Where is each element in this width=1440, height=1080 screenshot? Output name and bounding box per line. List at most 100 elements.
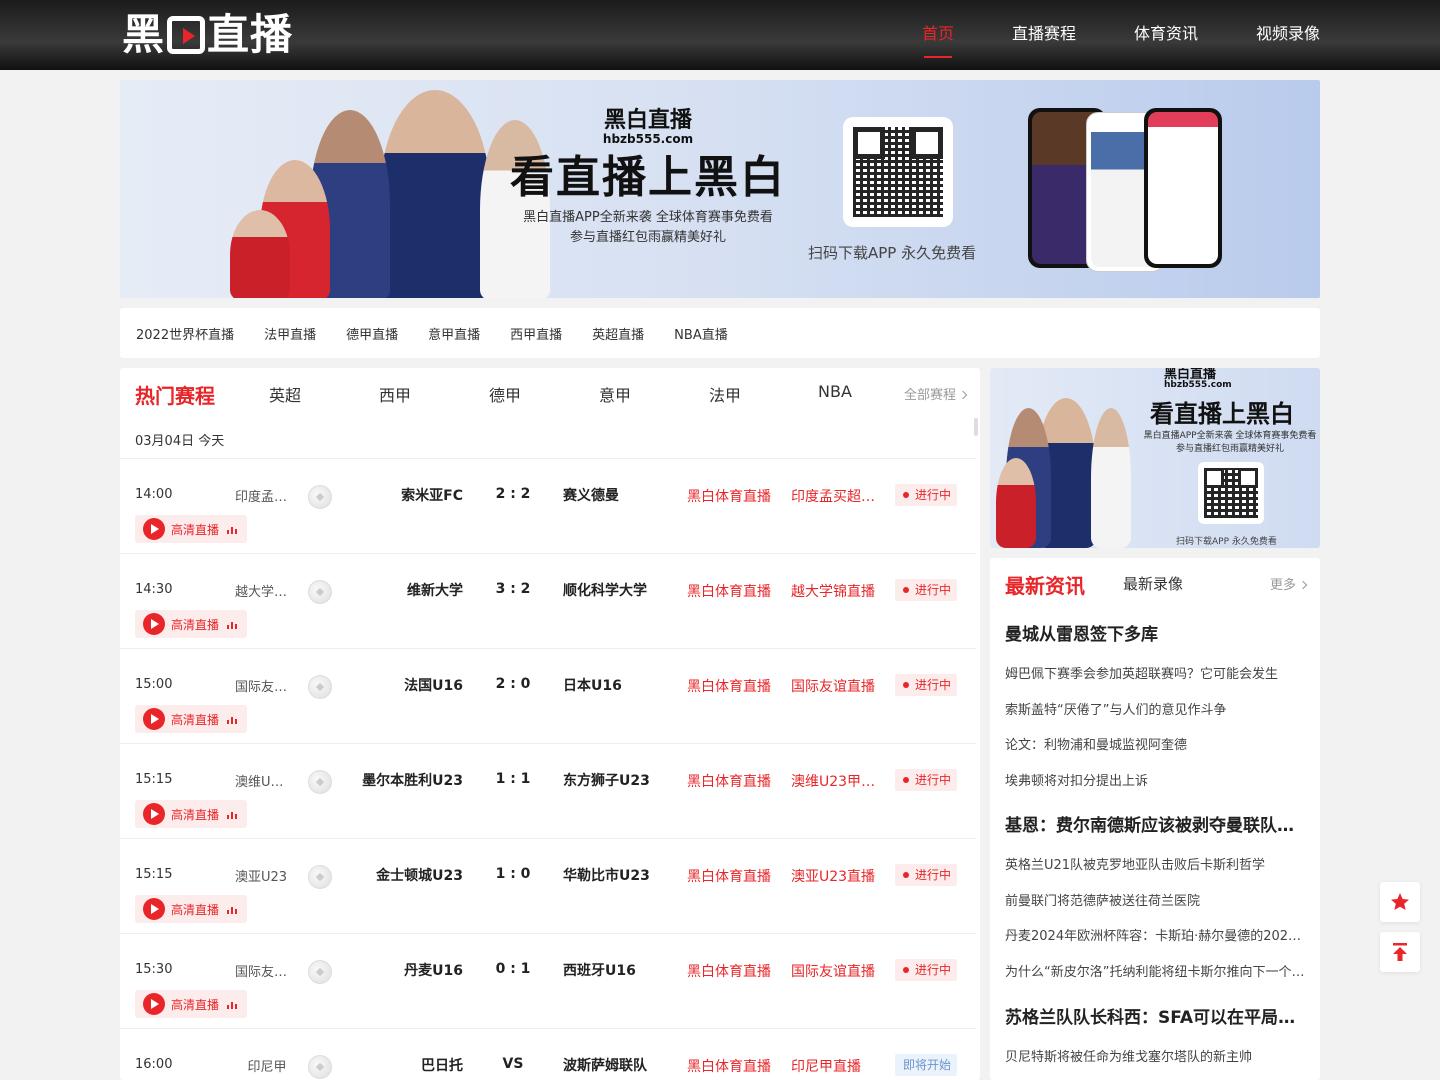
league-stream-link[interactable]: 国际友谊直播 [791, 961, 879, 981]
tab-nba[interactable]: NBA [818, 382, 852, 401]
hd-live-button[interactable]: 高清直播 [135, 515, 247, 543]
nav-schedule[interactable]: 直播赛程 [1012, 0, 1076, 70]
match-league[interactable]: 越大学锦标赛 [235, 581, 290, 600]
favorite-button[interactable] [1380, 882, 1420, 922]
news-item[interactable]: 埃弗顿将对扣分提出上诉 [1005, 764, 1305, 800]
match-league[interactable]: 国际友谊赛 [235, 676, 290, 695]
news-group: 苏格兰队队长科西：SFA可以在平局后做得更好 贝尼特斯将被任命为维戈塞尔塔队的新… [1005, 1003, 1305, 1076]
home-team[interactable]: 索米亚FC [401, 485, 463, 505]
news-item[interactable]: 为什么“新皮尔洛”托纳利能将纽卡斯尔推向下一个阶段 [1005, 955, 1305, 991]
league-link[interactable]: 法甲直播 [264, 324, 316, 343]
match-row[interactable]: 15:15 澳维U23甲组联赛 墨尔本胜利U23 1 : 1 东方狮子U23 黑白体育直播… [120, 743, 976, 838]
league-stream-link[interactable]: 越大学锦直播 [791, 581, 879, 601]
tab-laliga[interactable]: 西甲 [379, 382, 411, 406]
stream-link[interactable]: 黑白体育直播 [687, 771, 771, 791]
stream-link[interactable]: 黑白体育直播 [687, 486, 771, 506]
hd-live-button[interactable]: 高清直播 [135, 800, 247, 828]
league-stream-link[interactable]: 澳亚U23直播 [791, 866, 879, 886]
nav-video[interactable]: 视频录像 [1256, 0, 1320, 70]
football-icon [308, 485, 332, 509]
status-badge: 进行中 [895, 959, 958, 981]
league-link[interactable]: NBA直播 [674, 324, 728, 343]
match-league[interactable]: 国际友谊赛 [235, 961, 290, 980]
hd-live-button[interactable]: 高清直播 [135, 990, 247, 1018]
home-team[interactable]: 巴日托 [421, 1055, 463, 1075]
league-link[interactable]: 英超直播 [592, 324, 644, 343]
news-item[interactable]: 姆巴佩下赛季会参加英超联赛吗？它可能会发生 [1005, 657, 1305, 693]
league-link[interactable]: 西甲直播 [510, 324, 562, 343]
match-row[interactable]: 15:30 国际友谊赛 丹麦U16 0 : 1 西班牙U16 黑白体育直播国际友谊直播进行… [120, 933, 976, 1028]
news-headline[interactable]: 苏格兰队队长科西：SFA可以在平局后做得更好 [1005, 1003, 1305, 1028]
match-league[interactable]: 澳亚U23 [235, 866, 290, 885]
league-link[interactable]: 2022世界杯直播 [136, 324, 234, 343]
away-team[interactable]: 西班牙U16 [563, 960, 636, 980]
tab-serie-a[interactable]: 意甲 [599, 382, 631, 406]
back-to-top-button[interactable] [1380, 932, 1420, 972]
stream-link[interactable]: 黑白体育直播 [687, 581, 771, 601]
news-more-link[interactable]: 更多 [1270, 574, 1308, 593]
play-icon [143, 803, 165, 825]
league-stream-link[interactable]: 国际友谊直播 [791, 676, 879, 696]
match-row[interactable]: 15:00 国际友谊赛 法国U16 2 : 0 日本U16 黑白体育直播国际友谊直播进行中… [120, 648, 976, 743]
match-row[interactable]: 15:15 澳亚U23 金士顿城U23 1 : 0 华勒比市U23 黑白体育直播 澳亚U23… [120, 838, 976, 933]
stream-link[interactable]: 黑白体育直播 [687, 961, 771, 981]
away-team[interactable]: 顺化科学大学 [563, 580, 647, 600]
stream-link[interactable]: 黑白体育直播 [687, 866, 771, 886]
hd-live-label: 高清直播 [171, 903, 220, 917]
away-team[interactable]: 波斯萨姆联队 [563, 1055, 647, 1075]
away-team[interactable]: 赛义德曼 [563, 485, 619, 505]
home-team[interactable]: 维新大学 [407, 580, 463, 600]
app-banner[interactable]: 黑白直播 hbzb555.com 看直播上黑白 黑白直播APP全新来袭 全球体育… [120, 80, 1320, 298]
news-item[interactable]: 前曼联门将范德萨被送往荷兰医院 [1005, 884, 1305, 920]
schedule-date: 03月04日 今天 [135, 434, 225, 449]
hd-live-button[interactable]: 高清直播 [135, 895, 247, 923]
side-app-banner[interactable]: 黑白直播 hbzb555.com 看直播上黑白 黑白直播APP全新来袭 全球体育… [990, 368, 1320, 548]
football-icon [308, 675, 332, 699]
match-row[interactable]: 16:00印尼甲巴日托VS波斯萨姆联队黑白体育直播印尼甲直播即将开始高清直播 [120, 1028, 976, 1080]
news-item[interactable]: 论文：利物浦和曼城监视阿奎德 [1005, 728, 1305, 764]
home-team[interactable]: 丹麦U16 [404, 960, 463, 980]
news-group: 曼城从雷恩签下多库 姆巴佩下赛季会参加英超联赛吗？它可能会发生 索斯盖特“厌倦了… [1005, 620, 1305, 799]
site-logo[interactable]: 黑直播 [122, 12, 293, 58]
match-league[interactable]: 印度孟买超级联赛 [235, 486, 290, 505]
hd-live-button[interactable]: 高清直播 [135, 610, 247, 638]
nav-home[interactable]: 首页 [922, 0, 954, 70]
league-stream-link[interactable]: 印度孟买超级联赛直播 [791, 486, 879, 506]
status-badge: 进行中 [895, 674, 958, 696]
match-row[interactable]: 14:30 越大学锦标赛 维新大学 3 : 2 顺化科学大学 黑白体育直播越大学锦直播进行… [120, 553, 976, 648]
all-matches-link[interactable]: 全部赛程 [904, 384, 968, 403]
league-stream-link[interactable]: 澳维U23甲组联赛直播 [791, 771, 879, 791]
match-league[interactable]: 印尼甲 [232, 1056, 302, 1075]
away-team[interactable]: 东方狮子U23 [563, 770, 650, 790]
home-team[interactable]: 墨尔本胜利U23 [362, 770, 463, 790]
banner-brand: 黑白直播 [603, 108, 692, 133]
league-link[interactable]: 德甲直播 [346, 324, 398, 343]
tab-bundesliga[interactable]: 德甲 [489, 382, 521, 406]
home-team[interactable]: 金士顿城U23 [376, 865, 463, 885]
news-item[interactable]: 索斯盖特“厌倦了”与人们的意见作斗争 [1005, 693, 1305, 729]
match-row[interactable]: 14:00 印度孟买超级联赛 索米亚FC 2 : 2 赛义德曼 黑白体育直播印度孟买超级联… [120, 458, 976, 553]
league-stream-link[interactable]: 印尼甲直播 [791, 1056, 879, 1076]
stream-link[interactable]: 黑白体育直播 [687, 1056, 771, 1076]
news-headline[interactable]: 曼城从雷恩签下多库 [1005, 620, 1305, 645]
tab-ligue-1[interactable]: 法甲 [709, 382, 741, 406]
news-item[interactable]: 丹麦2024年欧洲杯阵容：卡斯珀·赫尔曼德的2024年 [1005, 919, 1305, 955]
away-team[interactable]: 华勒比市U23 [563, 865, 650, 885]
match-league[interactable]: 澳维U23甲组联赛 [235, 771, 290, 790]
home-team[interactable]: 法国U16 [404, 675, 463, 695]
play-icon [143, 613, 165, 635]
news-item[interactable]: 贝尼特斯将被任命为维戈塞尔塔队的新主帅 [1005, 1040, 1305, 1076]
news-headline[interactable]: 基恩：费尔南德斯应该被剥夺曼联队长袖标 [1005, 811, 1305, 836]
scrollbar[interactable] [974, 418, 978, 436]
hd-live-button[interactable]: 高清直播 [135, 705, 247, 733]
stream-link[interactable]: 黑白体育直播 [687, 676, 771, 696]
tab-latest-news[interactable]: 最新资讯 [1005, 570, 1085, 599]
tab-premier-league[interactable]: 英超 [269, 382, 301, 406]
side-players-image [996, 388, 1146, 548]
match-list: 14:00印度孟买超级联赛索米亚FC2 : 2赛义德曼黑白体育直播印度孟买超级联… [120, 458, 976, 1080]
away-team[interactable]: 日本U16 [563, 675, 622, 695]
news-item[interactable]: 英格兰U21队被克罗地亚队击败后卡斯利哲学 [1005, 848, 1305, 884]
nav-news[interactable]: 体育资讯 [1134, 0, 1198, 70]
tab-latest-videos[interactable]: 最新录像 [1123, 573, 1183, 594]
league-link[interactable]: 意甲直播 [428, 324, 480, 343]
